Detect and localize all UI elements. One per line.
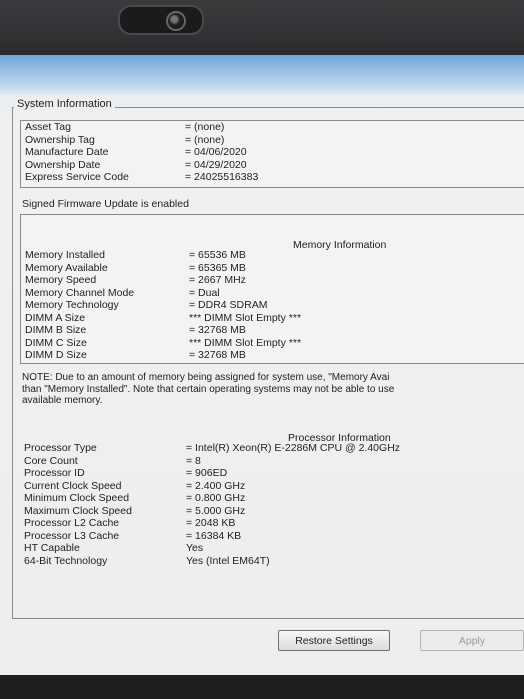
note-line: than "Memory Installed". Note that certa… — [22, 383, 395, 395]
memory-value: = Dual — [189, 286, 220, 299]
note-line: available memory. — [22, 395, 103, 406]
processor-row: Minimum Clock Speed = 0.800 GHz — [20, 492, 524, 505]
memory-label: DIMM A Size — [25, 311, 86, 324]
memory-info-panel: Memory Information Memory Installed = 655… — [20, 214, 524, 364]
processor-value: = Intel(R) Xeon(R) E-2286M CPU @ 2.40GHz — [186, 442, 401, 454]
processor-row: Processor L3 Cache = 16384 KB — [20, 530, 524, 543]
laptop-bezel-bottom — [0, 675, 524, 699]
memory-label: Memory Speed — [25, 274, 97, 286]
laptop-bezel — [0, 0, 524, 55]
processor-label: Current Clock Speed — [24, 479, 122, 492]
processor-row: Processor ID = 906ED — [20, 467, 524, 480]
screen-title-bar — [0, 55, 524, 95]
memory-value: = 32768 MB — [189, 349, 246, 361]
processor-value: = 5.000 GHz — [186, 504, 246, 517]
group-title: System Information — [14, 98, 115, 110]
memory-value: = 2667 MHz — [189, 274, 246, 286]
memory-value: = 65365 MB — [189, 261, 246, 274]
processor-value: = 0.800 GHz — [186, 492, 246, 504]
processor-row: Processor L2 Cache = 2048 KB — [20, 517, 524, 530]
processor-row: HT Capable Yes — [20, 542, 524, 555]
memory-label: Memory Channel Mode — [25, 286, 135, 299]
info-row: Ownership Tag = (none) — [21, 134, 524, 147]
memory-row: DIMM B Size = 32768 MB — [21, 324, 524, 337]
processor-label: HT Capable — [24, 542, 80, 554]
restore-settings-button[interactable]: Restore Settings — [278, 630, 390, 651]
info-label: Manufacture Date — [25, 146, 109, 158]
memory-label: DIMM C Size — [25, 336, 87, 349]
processor-label: Processor L3 Cache — [24, 529, 120, 542]
processor-row: Core Count = 8 — [20, 455, 524, 468]
memory-note: NOTE: Due to an amount of memory being a… — [22, 372, 524, 407]
processor-value: = 16384 KB — [186, 529, 242, 542]
info-row: Asset Tag = (none) — [21, 121, 524, 134]
info-label: Ownership Tag — [25, 133, 95, 146]
signed-firmware-status: Signed Firmware Update is enabled — [22, 198, 189, 210]
memory-label: DIMM D Size — [25, 349, 87, 361]
processor-value: = 2.400 GHz — [186, 479, 246, 492]
memory-row: Memory Installed = 65536 MB — [21, 249, 524, 262]
processor-row: 64-Bit Technology Yes (Intel EM64T) — [20, 555, 524, 568]
info-value: = (none) — [185, 121, 225, 133]
memory-row: DIMM C Size *** DIMM Slot Empty *** — [21, 337, 524, 350]
memory-label: Memory Technology — [25, 299, 119, 311]
info-label: Express Service Code — [25, 171, 129, 183]
info-label: Asset Tag — [25, 121, 71, 133]
processor-info-panel: Processor Information Processor Type = In… — [20, 418, 524, 568]
memory-row: DIMM A Size *** DIMM Slot Empty *** — [21, 312, 524, 325]
memory-row: Memory Channel Mode = Dual — [21, 287, 524, 300]
memory-row: Memory Speed = 2667 MHz — [21, 274, 524, 287]
info-row: Ownership Date = 04/29/2020 — [21, 159, 524, 172]
processor-label: 64-Bit Technology — [24, 554, 108, 567]
processor-label: Processor L2 Cache — [24, 517, 120, 529]
processor-row: Current Clock Speed = 2.400 GHz — [20, 480, 524, 493]
note-line: NOTE: Due to an amount of memory being a… — [22, 372, 390, 383]
info-value: = 04/29/2020 — [185, 158, 247, 171]
processor-label: Maximum Clock Speed — [24, 504, 132, 517]
info-value: = 04/06/2020 — [185, 146, 247, 158]
memory-row: Memory Technology = DDR4 SDRAM — [21, 299, 524, 312]
memory-label: Memory Installed — [25, 249, 105, 261]
processor-label: Processor ID — [24, 467, 85, 479]
memory-label: DIMM B Size — [25, 324, 87, 336]
memory-value: = 65536 MB — [189, 249, 246, 261]
info-row: Manufacture Date = 04/06/2020 — [21, 146, 524, 159]
memory-value: = 32768 MB — [189, 324, 246, 336]
processor-value: Yes — [186, 542, 204, 554]
memory-row: DIMM D Size = 32768 MB — [21, 349, 524, 362]
memory-value: *** DIMM Slot Empty *** — [189, 311, 302, 324]
webcam-icon — [118, 5, 204, 35]
processor-label: Core Count — [24, 454, 78, 467]
processor-label: Minimum Clock Speed — [24, 492, 130, 504]
memory-value: = DDR4 SDRAM — [189, 299, 268, 311]
memory-row: Memory Available = 65365 MB — [21, 262, 524, 275]
processor-value: = 8 — [186, 454, 201, 467]
info-label: Ownership Date — [25, 158, 101, 171]
processor-value: = 906ED — [186, 467, 228, 479]
memory-value: *** DIMM Slot Empty *** — [189, 336, 302, 349]
processor-row: Processor Type = Intel(R) Xeon(R) E-2286M… — [20, 442, 524, 455]
processor-label: Processor Type — [24, 442, 97, 454]
memory-label: Memory Available — [25, 261, 108, 274]
system-info-panel: Asset Tag = (none) Ownership Tag = (none) … — [20, 120, 524, 188]
info-value: = 24025516383 — [185, 171, 259, 183]
processor-row: Maximum Clock Speed = 5.000 GHz — [20, 505, 524, 518]
processor-value: Yes (Intel EM64T) — [186, 554, 270, 567]
info-value: = (none) — [185, 133, 225, 146]
apply-button[interactable]: Apply — [420, 630, 524, 651]
info-row: Express Service Code = 24025516383 — [21, 171, 524, 184]
processor-value: = 2048 KB — [186, 517, 236, 529]
